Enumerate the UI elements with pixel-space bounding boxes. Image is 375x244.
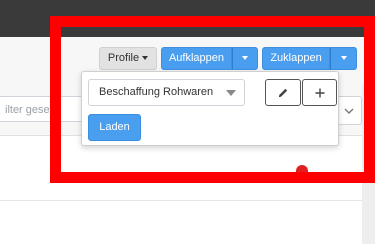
highlight-box [50,16,375,183]
divider [0,200,362,201]
